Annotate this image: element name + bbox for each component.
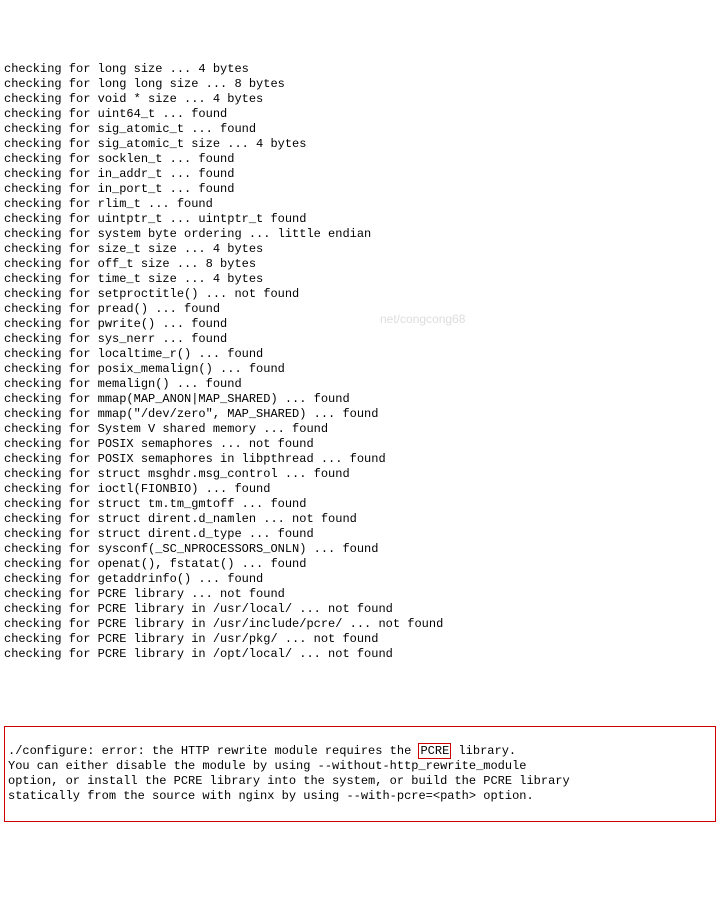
configure-line: checking for socklen_t ... found	[4, 152, 716, 167]
configure-line: checking for PCRE library in /usr/local/…	[4, 602, 716, 617]
configure-line: checking for PCRE library in /usr/pkg/ .…	[4, 632, 716, 647]
configure-line: checking for sys_nerr ... found	[4, 332, 716, 347]
error-line1-pre: ./configure: error: the HTTP rewrite mod…	[8, 744, 418, 758]
pcre-highlight: PCRE	[418, 743, 451, 759]
configure-line: checking for pread() ... found	[4, 302, 716, 317]
configure-line: checking for struct msghdr.msg_control .…	[4, 467, 716, 482]
error-line1-post: library.	[451, 744, 516, 758]
configure-line: checking for rlim_t ... found	[4, 197, 716, 212]
configure-line: checking for sysconf(_SC_NPROCESSORS_ONL…	[4, 542, 716, 557]
configure-line: checking for openat(), fstatat() ... fou…	[4, 557, 716, 572]
configure-line: checking for in_port_t ... found	[4, 182, 716, 197]
configure-line: checking for System V shared memory ... …	[4, 422, 716, 437]
configure-line: checking for localtime_r() ... found	[4, 347, 716, 362]
configure-line: checking for mmap(MAP_ANON|MAP_SHARED) .…	[4, 392, 716, 407]
configure-line: checking for uint64_t ... found	[4, 107, 716, 122]
configure-line: checking for time_t size ... 4 bytes	[4, 272, 716, 287]
configure-line: checking for PCRE library in /opt/local/…	[4, 647, 716, 662]
configure-line: checking for void * size ... 4 bytes	[4, 92, 716, 107]
error-line-1: ./configure: error: the HTTP rewrite mod…	[8, 744, 712, 759]
configure-line: checking for mmap("/dev/zero", MAP_SHARE…	[4, 407, 716, 422]
configure-line: checking for long long size ... 8 bytes	[4, 77, 716, 92]
configure-line: checking for PCRE library in /usr/includ…	[4, 617, 716, 632]
configure-line: checking for long size ... 4 bytes	[4, 62, 716, 77]
configure-error-block: ./configure: error: the HTTP rewrite mod…	[4, 726, 716, 822]
configure-line: checking for size_t size ... 4 bytes	[4, 242, 716, 257]
configure-line: checking for setproctitle() ... not foun…	[4, 287, 716, 302]
configure-line: checking for PCRE library ... not found	[4, 587, 716, 602]
error-line-2: You can either disable the module by usi…	[8, 759, 712, 774]
configure-line: checking for posix_memalign() ... found	[4, 362, 716, 377]
configure-line: checking for struct dirent.d_namlen ... …	[4, 512, 716, 527]
error-line-4: statically from the source with nginx by…	[8, 789, 712, 804]
configure-line: checking for system byte ordering ... li…	[4, 227, 716, 242]
configure-line: checking for ioctl(FIONBIO) ... found	[4, 482, 716, 497]
configure-line: checking for sig_atomic_t size ... 4 byt…	[4, 137, 716, 152]
configure-line: checking for POSIX semaphores ... not fo…	[4, 437, 716, 452]
configure-line: checking for memalign() ... found	[4, 377, 716, 392]
configure-line: checking for uintptr_t ... uintptr_t fou…	[4, 212, 716, 227]
configure-line: checking for POSIX semaphores in libpthr…	[4, 452, 716, 467]
configure-output: checking for long size ... 4 byteschecki…	[4, 62, 716, 662]
configure-line: checking for struct tm.tm_gmtoff ... fou…	[4, 497, 716, 512]
configure-line: checking for struct dirent.d_type ... fo…	[4, 527, 716, 542]
configure-line: checking for sig_atomic_t ... found	[4, 122, 716, 137]
configure-line: checking for getaddrinfo() ... found	[4, 572, 716, 587]
error-line-3: option, or install the PCRE library into…	[8, 774, 712, 789]
configure-line: checking for pwrite() ... found	[4, 317, 716, 332]
configure-line: checking for off_t size ... 8 bytes	[4, 257, 716, 272]
configure-line: checking for in_addr_t ... found	[4, 167, 716, 182]
